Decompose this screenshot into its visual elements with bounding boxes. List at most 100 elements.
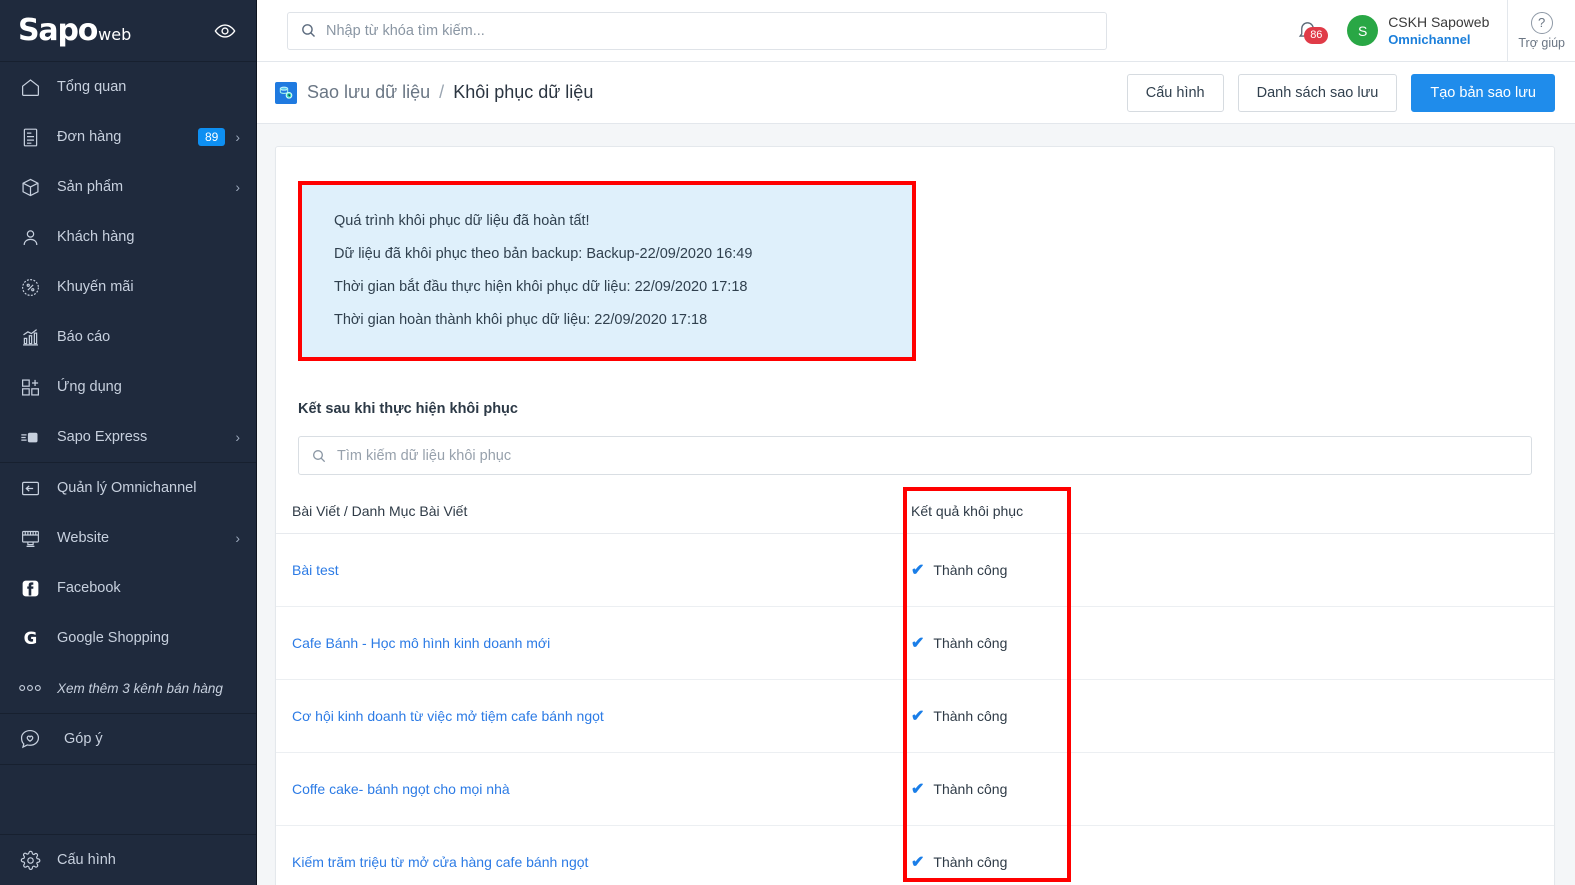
global-search[interactable] — [287, 12, 1107, 50]
status-badge: ✔ Thành công — [911, 560, 1050, 580]
google-icon: G — [17, 625, 43, 651]
top-bar-right: 86 S CSKH Sapoweb Omnichannel ? Trợ giúp — [1278, 0, 1575, 61]
percent-icon — [17, 274, 43, 300]
alert-line: Dữ liệu đã khôi phục theo bản backup: Ba… — [334, 238, 888, 271]
page-actions: Cấu hình Danh sách sao lưu Tạo bản sao l… — [1127, 74, 1555, 112]
sidebar-item-label: Khách hàng — [57, 229, 240, 245]
more-dots-icon — [17, 675, 43, 701]
orders-count-badge: 89 — [198, 128, 225, 146]
sidebar-item-san-pham[interactable]: Sản phẩm › — [0, 162, 256, 212]
check-icon: ✔ — [911, 852, 924, 872]
nav-group-primary: Tổng quan Đơn hàng 89 › — [0, 62, 256, 463]
status-badge: ✔ Thành công — [911, 779, 1050, 799]
article-link[interactable]: Cafe Bánh - Học mô hình kinh doanh mới — [292, 635, 550, 651]
sidebar-item-bao-cao[interactable]: Báo cáo — [0, 312, 256, 362]
logo-mark-text: Sapo — [18, 16, 97, 46]
help-button[interactable]: ? Trợ giúp — [1507, 0, 1575, 61]
home-icon — [17, 74, 43, 100]
check-icon: ✔ — [911, 706, 924, 726]
status-badge: ✔ Thành công — [911, 633, 1050, 653]
check-icon: ✔ — [911, 633, 924, 653]
status-text: Thành công — [933, 854, 1007, 870]
user-icon — [17, 224, 43, 250]
alert-line: Quá trình khôi phục dữ liệu đã hoàn tất! — [334, 205, 888, 238]
page-title: Khôi phục dữ liệu — [453, 82, 593, 103]
user-menu[interactable]: S CSKH Sapoweb Omnichannel — [1337, 14, 1507, 48]
svg-text:G: G — [23, 629, 37, 648]
search-input[interactable] — [326, 23, 1094, 39]
article-link[interactable]: Coffe cake- bánh ngọt cho mọi nhà — [292, 781, 510, 797]
sidebar-item-facebook[interactable]: Facebook — [0, 563, 256, 613]
sidebar-item-tong-quan[interactable]: Tổng quan — [0, 62, 256, 112]
help-label: Trợ giúp — [1518, 36, 1565, 50]
sidebar-item-website[interactable]: Website › — [0, 513, 256, 563]
sidebar-item-label: Ứng dụng — [57, 379, 240, 395]
app-root: Sapo web Tổng quan — [0, 0, 1575, 885]
eye-icon[interactable] — [214, 20, 236, 42]
breadcrumb-parent-link[interactable]: Sao lưu dữ liệu — [307, 82, 430, 103]
user-info: CSKH Sapoweb Omnichannel — [1388, 14, 1489, 48]
content-area: Quá trình khôi phục dữ liệu đã hoàn tất!… — [257, 124, 1575, 885]
monitor-icon — [17, 525, 43, 551]
search-icon — [300, 22, 317, 39]
sidebar-item-khuyen-mai[interactable]: Khuyến mãi — [0, 262, 256, 312]
section-title: Kết sau khi thực hiện khôi phục — [298, 401, 1554, 417]
sidebar-item-don-hang[interactable]: Đơn hàng 89 › — [0, 112, 256, 162]
sapo-logo[interactable]: Sapo web — [18, 16, 214, 46]
table-row: Coffe cake- bánh ngọt cho mọi nhà ✔ Thàn… — [276, 753, 1554, 826]
status-badge: ✔ Thành công — [911, 852, 1050, 872]
facebook-icon — [17, 575, 43, 601]
sidebar-nav: Tổng quan Đơn hàng 89 › — [0, 62, 256, 885]
table-body: Bài test ✔ Thành công Cafe Bánh - Học mô… — [276, 534, 1554, 885]
sidebar-item-sapo-express[interactable]: S Sapo Express › — [0, 412, 256, 462]
breadcrumb-separator: / — [439, 82, 444, 103]
sidebar-item-khach-hang[interactable]: Khách hàng — [0, 212, 256, 262]
sidebar-item-google-shopping[interactable]: G Google Shopping — [0, 613, 256, 663]
table-head: Bài Viết / Danh Mục Bài Viết Kết quả khô… — [276, 491, 1554, 534]
tao-ban-sao-luu-button[interactable]: Tạo bản sao lưu — [1411, 74, 1555, 112]
restore-data-search[interactable] — [298, 436, 1532, 475]
logo-sub-text: web — [98, 25, 131, 44]
sidebar-item-cau-hinh[interactable]: Cấu hình — [0, 835, 256, 885]
article-link[interactable]: Cơ hội kinh doanh từ việc mở tiệm cafe b… — [292, 708, 604, 724]
sidebar-item-label: Google Shopping — [57, 630, 240, 646]
nav-group-channels: Quản lý Omnichannel Website › — [0, 463, 256, 714]
column-header-name: Bài Viết / Danh Mục Bài Viết — [276, 491, 883, 534]
sidebar-item-ung-dung[interactable]: Ứng dụng — [0, 362, 256, 412]
omnichannel-icon — [17, 475, 43, 501]
danh-sach-sao-luu-button[interactable]: Danh sách sao lưu — [1238, 74, 1398, 112]
table-row: Cafe Bánh - Học mô hình kinh doanh mới ✔… — [276, 607, 1554, 680]
sapo-express-icon: S — [17, 424, 43, 450]
sidebar-item-label: Góp ý — [57, 731, 240, 747]
check-icon: ✔ — [911, 779, 924, 799]
chart-icon — [17, 324, 43, 350]
sidebar-item-gop-y[interactable]: Góp ý — [0, 714, 256, 764]
status-text: Thành công — [933, 781, 1007, 797]
restore-search-input[interactable] — [337, 448, 1519, 464]
sidebar-item-quan-ly-omnichannel[interactable]: Quản lý Omnichannel — [0, 463, 256, 513]
sidebar-spacer — [0, 765, 256, 834]
table-row: Bài test ✔ Thành công — [276, 534, 1554, 607]
article-link[interactable]: Kiếm trăm triệu từ mở cửa hàng cafe bánh… — [292, 854, 588, 870]
sidebar-item-label: Xem thêm 3 kênh bán hàng — [57, 681, 240, 696]
status-text: Thành công — [933, 708, 1007, 724]
sidebar-item-label: Cấu hình — [57, 852, 240, 868]
article-link[interactable]: Bài test — [292, 562, 339, 578]
sidebar-item-label: Website — [57, 530, 235, 546]
sidebar-logo-bar: Sapo web — [0, 0, 256, 62]
sidebar-item-label: Đơn hàng — [57, 129, 198, 145]
notifications-button[interactable]: 86 — [1278, 19, 1337, 42]
status-text: Thành công — [933, 562, 1007, 578]
orders-icon — [17, 124, 43, 150]
sidebar-item-label: Sapo Express — [57, 429, 235, 445]
backup-database-icon — [275, 82, 297, 104]
sidebar-item-xem-them-kenh[interactable]: Xem thêm 3 kênh bán hàng — [0, 663, 256, 713]
column-header-result: Kết quả khôi phục — [883, 491, 1050, 534]
apps-icon — [17, 374, 43, 400]
nav-group-settings: Cấu hình — [0, 834, 256, 885]
check-icon: ✔ — [911, 560, 924, 580]
table-header-row: Bài Viết / Danh Mục Bài Viết Kết quả khô… — [276, 491, 1554, 534]
cau-hinh-button[interactable]: Cấu hình — [1127, 74, 1224, 112]
notification-count-badge: 86 — [1304, 27, 1328, 44]
chevron-right-icon: › — [235, 429, 240, 445]
